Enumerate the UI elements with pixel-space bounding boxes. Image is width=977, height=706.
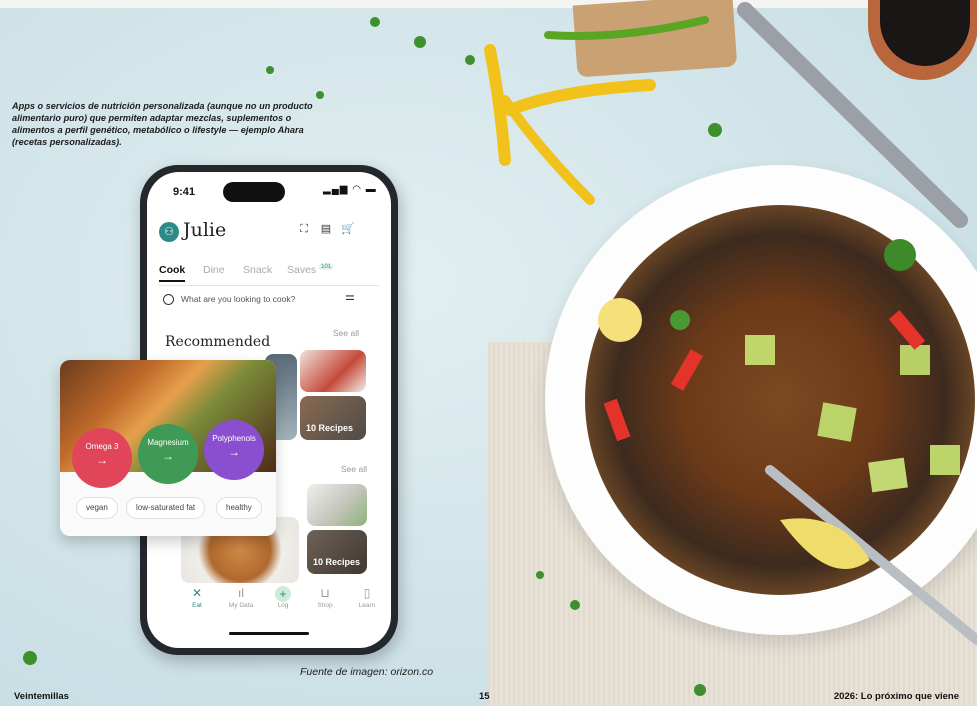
nutrient-label: Omega 3 (85, 442, 119, 451)
nutrient-label: Magnesium (147, 438, 189, 447)
nutrient-magnesium-button[interactable]: Magnesium → (138, 424, 198, 484)
tag-chip[interactable]: vegan (76, 497, 118, 519)
nav-shop[interactable]: ⊔ Shop (305, 586, 345, 609)
nav-eat[interactable]: ✕ Eat (177, 586, 217, 609)
nav-eat-label: Eat (192, 602, 202, 609)
tab-dine[interactable]: Dine (203, 264, 225, 276)
nutrient-card: Omega 3 → Magnesium → Polyphenols → vega… (60, 360, 276, 536)
recipe-count: 10 Recipes (306, 423, 354, 433)
bar-chart-icon: ıl (238, 586, 244, 600)
tab-saves-label: Saves (287, 264, 317, 276)
nav-my-data[interactable]: ıl My Data (221, 586, 261, 609)
nav-log[interactable]: + Log (263, 586, 303, 609)
home-indicator (229, 632, 309, 635)
tag-chip[interactable]: low-saturated fat (126, 497, 206, 519)
search-placeholder: What are you looking to cook? (181, 294, 296, 304)
recipe-thumbnail[interactable] (300, 350, 366, 392)
list-icon[interactable]: ▤ (319, 222, 333, 236)
magazine-page: Apps o servicios de nutrición personaliz… (0, 0, 977, 706)
search-icon (163, 294, 174, 305)
category-tabs: Cook Dine Snack Saves 101 (159, 264, 379, 286)
footer-brand: Veintemillas (14, 691, 69, 702)
figure-caption: Apps o servicios de nutrición personaliz… (12, 101, 313, 147)
nav-shop-label: Shop (317, 602, 333, 609)
tag-chip[interactable]: healthy (216, 497, 262, 519)
footer-title: 2026: Lo próximo que viene (833, 691, 959, 702)
page-number: 15 (479, 691, 490, 702)
cart-icon: ⊔ (320, 586, 330, 600)
plus-icon: + (263, 586, 303, 602)
image-source: Fuente de imagen: orizon.co (300, 666, 434, 678)
arrow-right-icon: → (162, 449, 174, 463)
see-all-link[interactable]: See all (333, 328, 359, 338)
fork-knife-icon: ✕ (191, 586, 203, 600)
recommended-title: Recommended (165, 334, 271, 350)
cart-icon[interactable]: 🛒 (341, 222, 355, 236)
recipe-thumbnail[interactable] (307, 484, 367, 526)
dynamic-island (223, 182, 285, 202)
see-all-link[interactable]: See all (341, 464, 367, 474)
arrow-right-icon: → (96, 453, 108, 467)
nutrient-omega3-button[interactable]: Omega 3 → (72, 428, 132, 488)
recipe-collection-card[interactable]: 10 Recipes (300, 396, 366, 440)
avatar-icon[interactable]: ⚇ (159, 222, 179, 242)
status-time: 9:41 (173, 186, 196, 198)
nav-learn[interactable]: ▯ Learn (347, 586, 387, 609)
tab-saves[interactable]: Saves 101 (287, 264, 334, 276)
tab-cook[interactable]: Cook (159, 264, 186, 282)
recipe-collection-card[interactable]: 10 Recipes (307, 530, 367, 574)
book-icon: ▯ (363, 586, 371, 600)
saves-count-badge: 101 (319, 264, 334, 270)
search-input[interactable]: What are you looking to cook? (159, 292, 359, 310)
bottom-navigation: ✕ Eat ıl My Data + Log ⊔ Shop ▯ Learn (147, 586, 391, 628)
nav-log-label: Log (277, 602, 289, 609)
nutrient-label: Polyphenols (212, 434, 256, 443)
user-name: Julie (183, 219, 227, 241)
nav-my-data-label: My Data (228, 602, 254, 609)
scan-icon[interactable]: ⛶ (297, 222, 311, 236)
recipe-count: 10 Recipes (313, 557, 361, 567)
arrow-right-icon: → (228, 445, 240, 459)
filter-icon[interactable]: ⚌ (345, 290, 355, 303)
signal-wifi-battery-icon: ▂▄▆ ◠ ▬ (323, 184, 377, 195)
nutrient-polyphenols-button[interactable]: Polyphenols → (204, 420, 264, 480)
tab-snack[interactable]: Snack (243, 264, 272, 276)
nav-learn-label: Learn (358, 602, 376, 609)
